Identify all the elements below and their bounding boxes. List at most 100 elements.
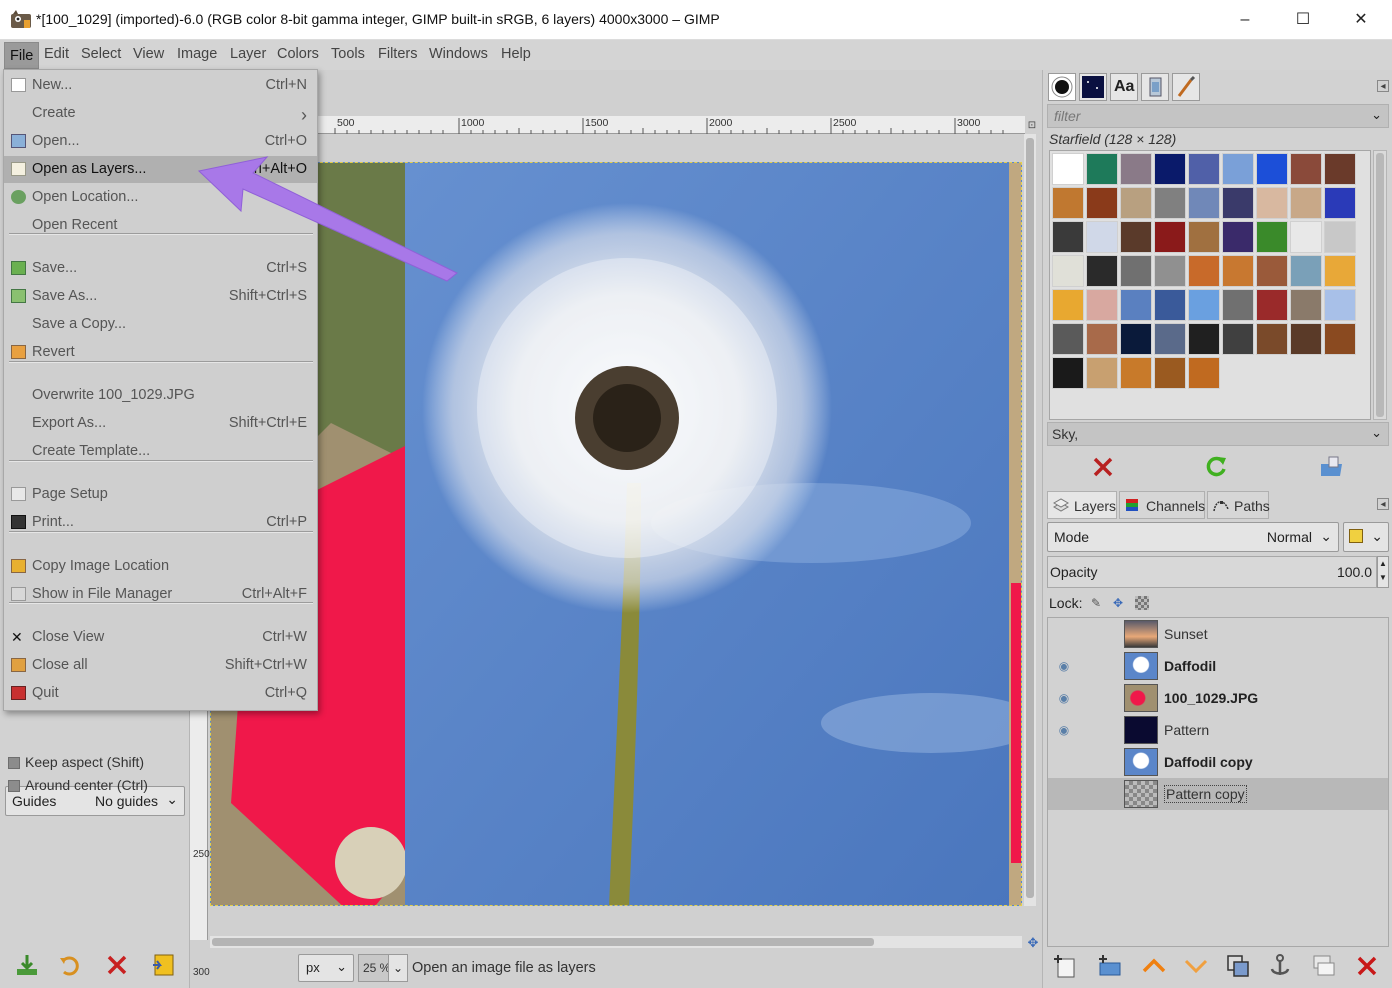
pattern-swatch[interactable]: [1154, 323, 1186, 355]
pattern-swatch[interactable]: [1290, 289, 1322, 321]
pattern-swatch[interactable]: [1052, 323, 1084, 355]
pattern-swatch[interactable]: [1222, 153, 1254, 185]
menu-windows[interactable]: Windows: [429, 46, 488, 62]
menu-edit[interactable]: Edit: [44, 46, 69, 62]
pattern-grid[interactable]: [1049, 150, 1371, 420]
tab-patterns[interactable]: [1079, 73, 1107, 101]
pattern-swatch[interactable]: [1120, 289, 1152, 321]
pattern-swatch[interactable]: [1256, 153, 1288, 185]
pattern-swatch[interactable]: [1188, 187, 1220, 219]
lock-alpha-icon[interactable]: [1135, 596, 1149, 610]
eye-icon[interactable]: ◉: [1056, 658, 1072, 674]
unit-select[interactable]: px ⌄: [298, 954, 354, 982]
pattern-swatch[interactable]: [1222, 221, 1254, 253]
close-window-button[interactable]: ✕: [1332, 0, 1390, 40]
pattern-swatch[interactable]: [1154, 289, 1186, 321]
layer-row-pattern-copy[interactable]: Pattern copy: [1048, 778, 1388, 810]
delete-tool-preset-icon[interactable]: [104, 952, 130, 978]
scrollbar-thumb[interactable]: [212, 938, 874, 946]
anchor-layer-icon[interactable]: [1267, 953, 1293, 979]
menu-view[interactable]: View: [133, 46, 164, 62]
lock-position-icon[interactable]: ✥: [1111, 596, 1125, 610]
eye-icon[interactable]: ◉: [1056, 690, 1072, 706]
visibility-toggle[interactable]: [1056, 754, 1072, 770]
pattern-swatch[interactable]: [1052, 221, 1084, 253]
scrollbar-thumb[interactable]: [1376, 153, 1384, 417]
lower-layer-icon[interactable]: [1183, 953, 1209, 979]
pattern-swatch[interactable]: [1188, 221, 1220, 253]
menu-layer[interactable]: Layer: [230, 46, 266, 62]
pattern-swatch[interactable]: [1324, 255, 1356, 287]
pattern-swatch[interactable]: [1086, 357, 1118, 389]
reset-tool-options-icon[interactable]: [150, 952, 176, 978]
pattern-swatch[interactable]: [1120, 323, 1152, 355]
pattern-filter-input[interactable]: filter ⌄: [1047, 104, 1389, 128]
dock-config-icon[interactable]: ◂: [1377, 80, 1389, 92]
pattern-swatch[interactable]: [1222, 323, 1254, 355]
horizontal-scrollbar[interactable]: [210, 936, 1022, 948]
pattern-swatch[interactable]: [1290, 153, 1322, 185]
tab-channels[interactable]: Channels: [1119, 491, 1205, 519]
merge-layer-icon[interactable]: [1311, 953, 1337, 979]
pattern-swatch[interactable]: [1290, 221, 1322, 253]
pattern-swatch[interactable]: [1188, 255, 1220, 287]
menu-item-save-as[interactable]: Save As... Shift+Ctrl+S: [4, 283, 317, 310]
pattern-swatch[interactable]: [1256, 255, 1288, 287]
eye-icon[interactable]: ◉: [1056, 722, 1072, 738]
pattern-name-select[interactable]: Sky, ⌄: [1047, 422, 1389, 446]
layer-row-sunset[interactable]: Sunset: [1048, 618, 1388, 650]
pattern-swatch[interactable]: [1154, 255, 1186, 287]
menu-item-copy-image-location[interactable]: Copy Image Location: [4, 553, 317, 580]
save-tool-preset-icon[interactable]: [14, 952, 40, 978]
maximize-button[interactable]: ☐: [1274, 0, 1332, 40]
pattern-swatch[interactable]: [1256, 323, 1288, 355]
pattern-swatch[interactable]: [1290, 323, 1322, 355]
refresh-patterns-icon[interactable]: [1203, 454, 1229, 480]
zoom-fit-icon[interactable]: ⊡: [1026, 120, 1038, 132]
pattern-swatch[interactable]: [1324, 289, 1356, 321]
pattern-swatch[interactable]: [1120, 187, 1152, 219]
menu-help[interactable]: Help: [501, 46, 531, 62]
pattern-swatch[interactable]: [1120, 255, 1152, 287]
tab-fonts[interactable]: Aa: [1110, 73, 1138, 101]
pattern-swatch[interactable]: [1188, 289, 1220, 321]
restore-tool-preset-icon[interactable]: [58, 952, 84, 978]
menu-image[interactable]: Image: [177, 46, 217, 62]
minimize-button[interactable]: –: [1216, 0, 1274, 40]
pattern-swatch[interactable]: [1154, 153, 1186, 185]
pattern-swatch[interactable]: [1052, 187, 1084, 219]
layer-row-daffodil-copy[interactable]: Daffodil copy: [1048, 746, 1388, 778]
pattern-swatch[interactable]: [1086, 289, 1118, 321]
tab-document-history[interactable]: [1141, 73, 1169, 101]
menu-item-quit[interactable]: Quit Ctrl+Q: [4, 680, 317, 707]
pattern-swatch[interactable]: [1324, 323, 1356, 355]
opacity-spinner[interactable]: ▲ ▼: [1377, 556, 1389, 588]
pattern-swatch[interactable]: [1086, 221, 1118, 253]
menu-item-overwrite-100-1029-jpg[interactable]: Overwrite 100_1029.JPG: [4, 382, 317, 409]
menu-colors[interactable]: Colors: [277, 46, 319, 62]
composite-mode-select[interactable]: ⌄: [1343, 522, 1389, 552]
delete-pattern-icon[interactable]: [1090, 454, 1116, 480]
layer-row-pattern[interactable]: ◉ Pattern: [1048, 714, 1388, 746]
layer-row-daffodil[interactable]: ◉ Daffodil: [1048, 650, 1388, 682]
menu-item-save-a-copy[interactable]: Save a Copy...: [4, 311, 317, 338]
menu-select[interactable]: Select: [81, 46, 121, 62]
pattern-swatch[interactable]: [1086, 323, 1118, 355]
pattern-swatch[interactable]: [1188, 153, 1220, 185]
pattern-swatch[interactable]: [1052, 289, 1084, 321]
around-center-checkbox[interactable]: Around center (Ctrl): [8, 776, 188, 796]
zoom-dropdown-button[interactable]: ⌄: [388, 954, 408, 982]
new-layer-icon[interactable]: [1053, 953, 1079, 979]
tab-paint-dynamics[interactable]: [1172, 73, 1200, 101]
pattern-swatch[interactable]: [1222, 255, 1254, 287]
pattern-swatch[interactable]: [1052, 357, 1084, 389]
menu-item-export-as[interactable]: Export As... Shift+Ctrl+E: [4, 410, 317, 437]
new-layer-group-icon[interactable]: [1097, 953, 1123, 979]
pattern-swatch[interactable]: [1290, 255, 1322, 287]
duplicate-layer-icon[interactable]: [1225, 953, 1251, 979]
pattern-swatch[interactable]: [1256, 187, 1288, 219]
opacity-slider[interactable]: Opacity 100.0: [1047, 556, 1377, 588]
menu-filters[interactable]: Filters: [378, 46, 417, 62]
menu-item-close-all[interactable]: Close all Shift+Ctrl+W: [4, 652, 317, 679]
pattern-swatch[interactable]: [1324, 221, 1356, 253]
